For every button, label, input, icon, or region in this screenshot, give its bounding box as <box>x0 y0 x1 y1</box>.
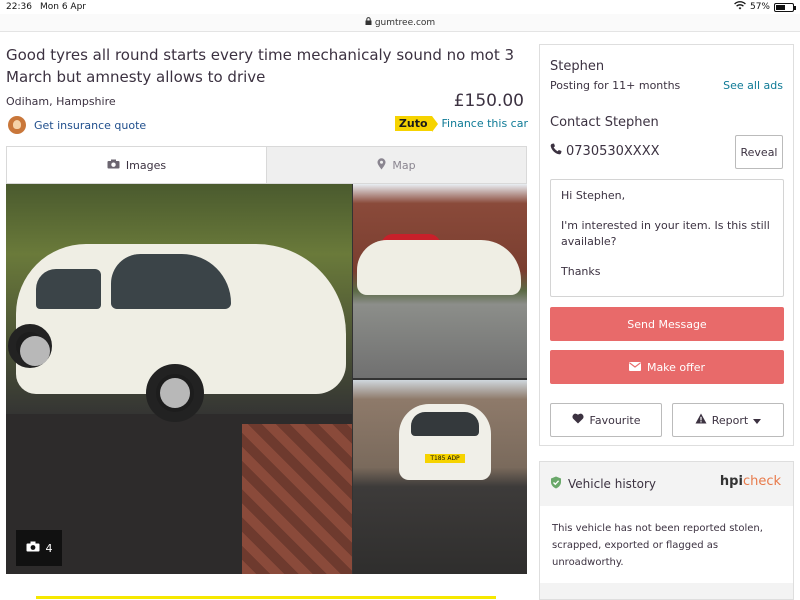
favourite-button[interactable]: Favourite <box>550 403 662 437</box>
main-photo-paving <box>242 424 352 574</box>
url-bar[interactable]: gumtree.com <box>0 14 800 32</box>
photo-count-badge[interactable]: 4 <box>16 530 62 566</box>
phone-number-text: 0730530XXXX <box>566 143 660 159</box>
tab-map[interactable]: Map <box>266 147 526 183</box>
thumb-photo-rear[interactable]: T185 ADP <box>353 380 527 574</box>
listing-title: Good tyres all round starts every time m… <box>6 46 515 86</box>
report-label: Report <box>711 413 749 427</box>
car-side-window <box>36 269 101 309</box>
see-all-ads-link[interactable]: See all ads <box>723 79 783 92</box>
finance-link-label: Finance this car <box>441 117 528 130</box>
heart-icon <box>572 413 584 427</box>
tab-map-label: Map <box>392 158 416 172</box>
reveal-button[interactable]: Reveal <box>735 135 783 169</box>
shield-check-icon <box>550 476 562 492</box>
photo-count-number: 4 <box>45 541 53 555</box>
zuto-logo: Zuto <box>394 116 438 132</box>
phone-icon <box>550 143 562 159</box>
hpi-check-logo: hpicheck <box>719 474 781 489</box>
message-textarea[interactable]: Hi Stephen, I'm interested in your item.… <box>550 179 784 297</box>
insurance-link-label: Get insurance quote <box>34 118 147 132</box>
listing-location: Odiham, Hampshire <box>6 95 116 108</box>
rear-window <box>411 412 479 436</box>
make-offer-label: Make offer <box>646 360 706 374</box>
tab-images-label: Images <box>125 158 167 172</box>
thumb-photo-side[interactable] <box>353 184 527 378</box>
envelope-icon <box>628 361 641 374</box>
listing-price: £150.00 <box>453 91 524 111</box>
seller-posting-duration: Posting for 11+ months <box>550 79 681 92</box>
vehicle-history-header: Vehicle history hpicheck <box>540 462 793 506</box>
vehicle-history-title: Vehicle history <box>568 477 657 491</box>
photo-gallery[interactable]: T185 ADP 4 <box>6 184 527 574</box>
status-date: Mon 6 Apr <box>40 2 86 12</box>
seller-name: Stephen <box>550 59 605 74</box>
insurance-link[interactable]: Get insurance quote <box>8 116 146 134</box>
favourite-label: Favourite <box>589 413 641 427</box>
camera-icon <box>26 541 40 555</box>
vehicle-history-panel: Vehicle history hpicheck This vehicle ha… <box>539 461 794 600</box>
phone-number: 0730530XXXX <box>550 143 660 159</box>
car-rear-wheel <box>8 324 52 368</box>
lock-icon <box>365 17 372 28</box>
finance-link[interactable]: Zuto Finance this car <box>394 116 528 132</box>
map-pin-icon <box>377 157 386 173</box>
main-photo[interactable] <box>6 184 352 574</box>
camera-icon <box>107 159 120 172</box>
contact-heading: Contact Stephen <box>550 115 659 130</box>
seller-panel: Stephen Posting for 11+ months See all a… <box>539 44 794 446</box>
send-message-button[interactable]: Send Message <box>550 307 784 341</box>
thumb-rear-car: T185 ADP <box>399 404 491 480</box>
battery-icon <box>774 2 796 12</box>
wifi-icon <box>734 1 746 13</box>
gallery-tabs: Images Map <box>6 146 527 184</box>
report-button[interactable]: Report <box>672 403 784 437</box>
number-plate: T185 ADP <box>425 454 465 463</box>
thumb-white-car <box>357 240 521 295</box>
status-right: 57% <box>734 1 796 13</box>
make-offer-button[interactable]: Make offer <box>550 350 784 384</box>
message-greeting: Hi Stephen, <box>561 189 626 202</box>
car-front-wheel <box>146 364 204 422</box>
battery-percent: 57% <box>749 2 770 12</box>
vehicle-history-text: This vehicle has not been reported stole… <box>552 523 763 568</box>
car-windscreen <box>111 254 231 309</box>
warning-icon <box>695 413 707 427</box>
message-signoff: Thanks <box>561 265 601 278</box>
url-text: gumtree.com <box>374 18 436 28</box>
message-body: I'm interested in your item. Is this sti… <box>561 219 770 248</box>
chevron-down-icon <box>753 414 762 427</box>
tab-images[interactable]: Images <box>7 147 266 183</box>
status-time: 22:36 <box>6 2 32 12</box>
vehicle-history-footer <box>540 583 793 599</box>
insurance-avatar-icon <box>8 116 26 134</box>
status-bar: 22:36 Mon 6 Apr 57% <box>0 0 800 14</box>
yellow-banner-edge <box>36 596 496 599</box>
